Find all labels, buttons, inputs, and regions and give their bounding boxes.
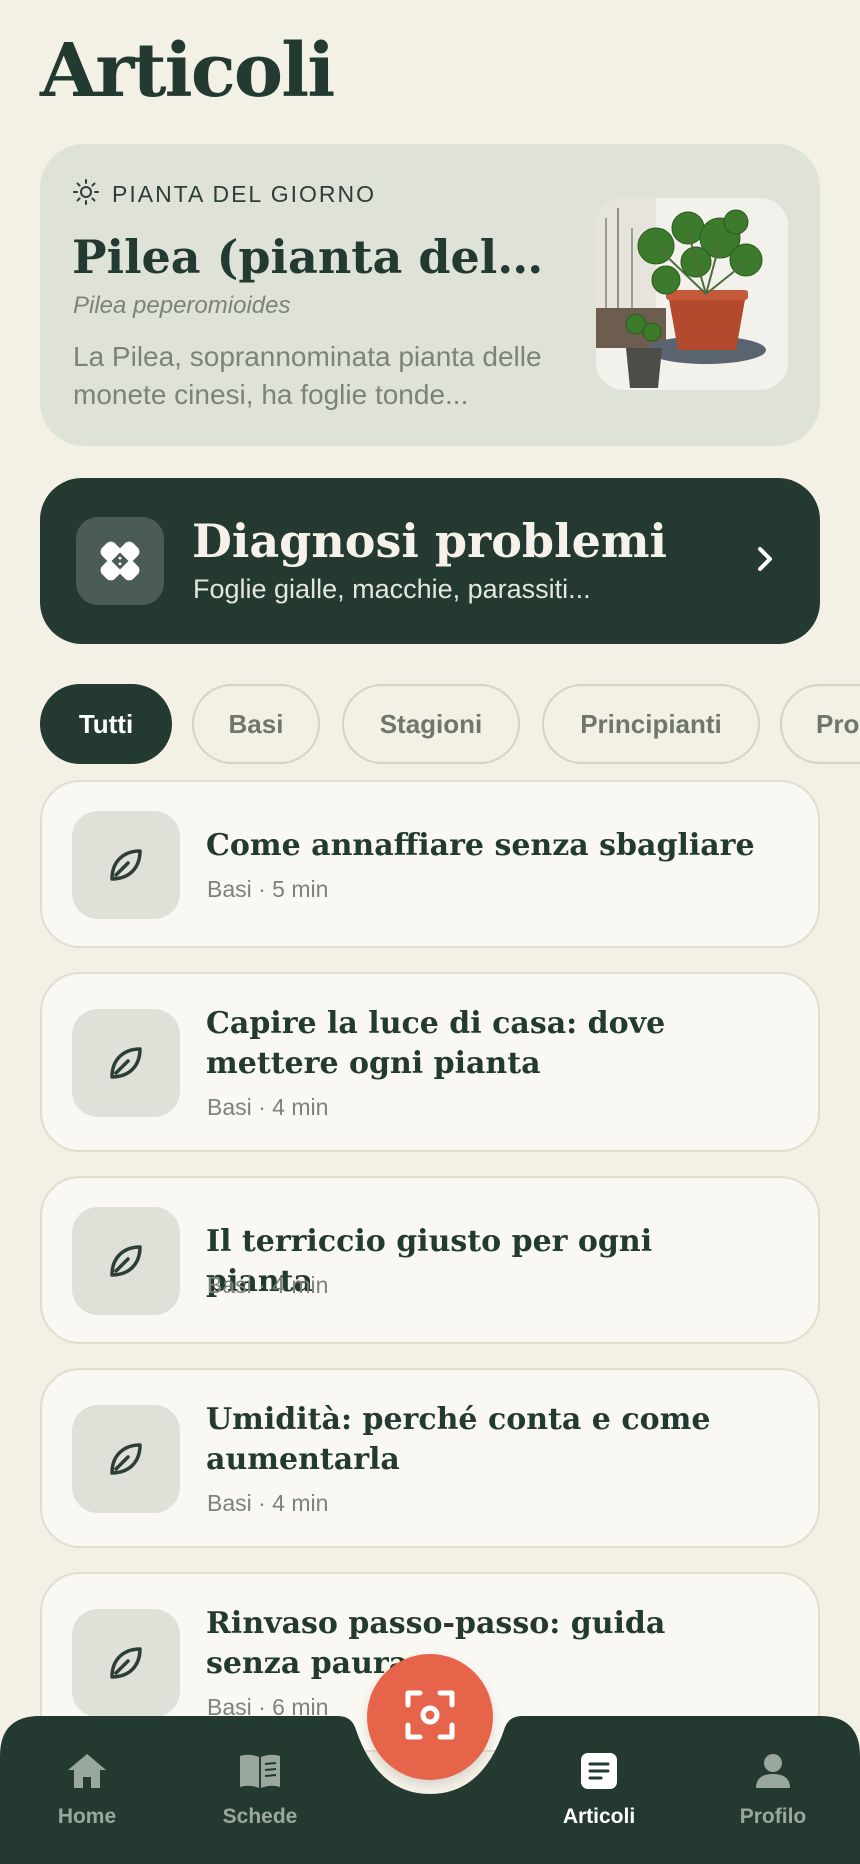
diagnosis-banner[interactable]: Diagnosi problemi Foglie gialle, macchie… [40, 478, 820, 644]
scan-button[interactable] [367, 1654, 493, 1780]
article-card[interactable]: Capire la luce di casa: dove mettere ogn… [40, 972, 820, 1152]
scan-icon [404, 1689, 456, 1746]
diagnosis-subtitle: Foglie gialle, macchie, parassiti... [193, 574, 591, 604]
filter-chips: Tutti Basi Stagioni Principianti Pro [40, 684, 860, 764]
book-icon [237, 1752, 283, 1795]
diagnosis-title: Diagnosi problemi [192, 514, 667, 568]
plant-photo [596, 198, 788, 390]
chip-stagioni[interactable]: Stagioni [342, 684, 520, 764]
plant-scientific-name: Pilea peperomioides [73, 292, 291, 319]
chip-pro[interactable]: Pro [780, 684, 860, 764]
nav-articoli[interactable]: Articoli [539, 1752, 659, 1829]
plant-of-the-day-label: PIANTA DEL GIORNO [112, 181, 377, 207]
nav-profilo[interactable]: Profilo [713, 1752, 833, 1829]
article-card[interactable]: Il terriccio giusto per ogni pianta Basi… [40, 1176, 820, 1344]
nav-articoli-label: Articoli [562, 1805, 636, 1828]
article-meta: Basi · 5 min [207, 876, 329, 902]
article-title: Come annaffiare senza sbagliare [206, 828, 755, 863]
plant-name: Pilea (pianta delle monete cinesi) [72, 230, 552, 284]
chip-basi[interactable]: Basi [192, 684, 320, 764]
nav-home-label: Home [57, 1805, 117, 1828]
article-meta: Basi · 4 min [207, 1490, 329, 1516]
chip-tutti[interactable]: Tutti [40, 684, 172, 764]
article-title: Capire la luce di casa: dove mettere ogn… [206, 1006, 666, 1081]
leaf-icon [72, 1207, 180, 1315]
nav-schede[interactable]: Schede [200, 1752, 320, 1829]
article-title: Umidità: perché conta e come aumentarla [206, 1402, 711, 1477]
plant-of-the-day-header: PIANTA DEL GIORNO [72, 178, 376, 211]
chip-principianti[interactable]: Principianti [542, 684, 760, 764]
article-icon [580, 1752, 618, 1795]
home-icon [66, 1752, 108, 1795]
nav-schede-label: Schede [222, 1805, 298, 1828]
sun-icon [72, 178, 100, 211]
leaf-icon [72, 1609, 180, 1717]
leaf-icon [72, 1009, 180, 1117]
profile-icon [754, 1752, 792, 1795]
article-title: Rinvaso passo-passo: guida senza paura [206, 1606, 666, 1681]
nav-profilo-label: Profilo [739, 1805, 807, 1828]
article-meta: Basi · 4 min [207, 1272, 329, 1298]
plant-of-the-day-card[interactable]: PIANTA DEL GIORNO Pilea (pianta delle mo… [40, 144, 820, 446]
bandage-icon [76, 517, 164, 605]
leaf-icon [72, 1405, 180, 1513]
article-card[interactable]: Umidità: perché conta e come aumentarla … [40, 1368, 820, 1548]
leaf-icon [72, 811, 180, 919]
page-title: Articoli [40, 28, 335, 114]
plant-description: La Pilea, soprannominata pianta delle mo… [73, 341, 542, 410]
chevron-right-icon [750, 544, 780, 579]
nav-home[interactable]: Home [27, 1752, 147, 1829]
article-card[interactable]: Come annaffiare senza sbagliare Basi · 5… [40, 780, 820, 948]
article-meta: Basi · 4 min [207, 1094, 329, 1120]
